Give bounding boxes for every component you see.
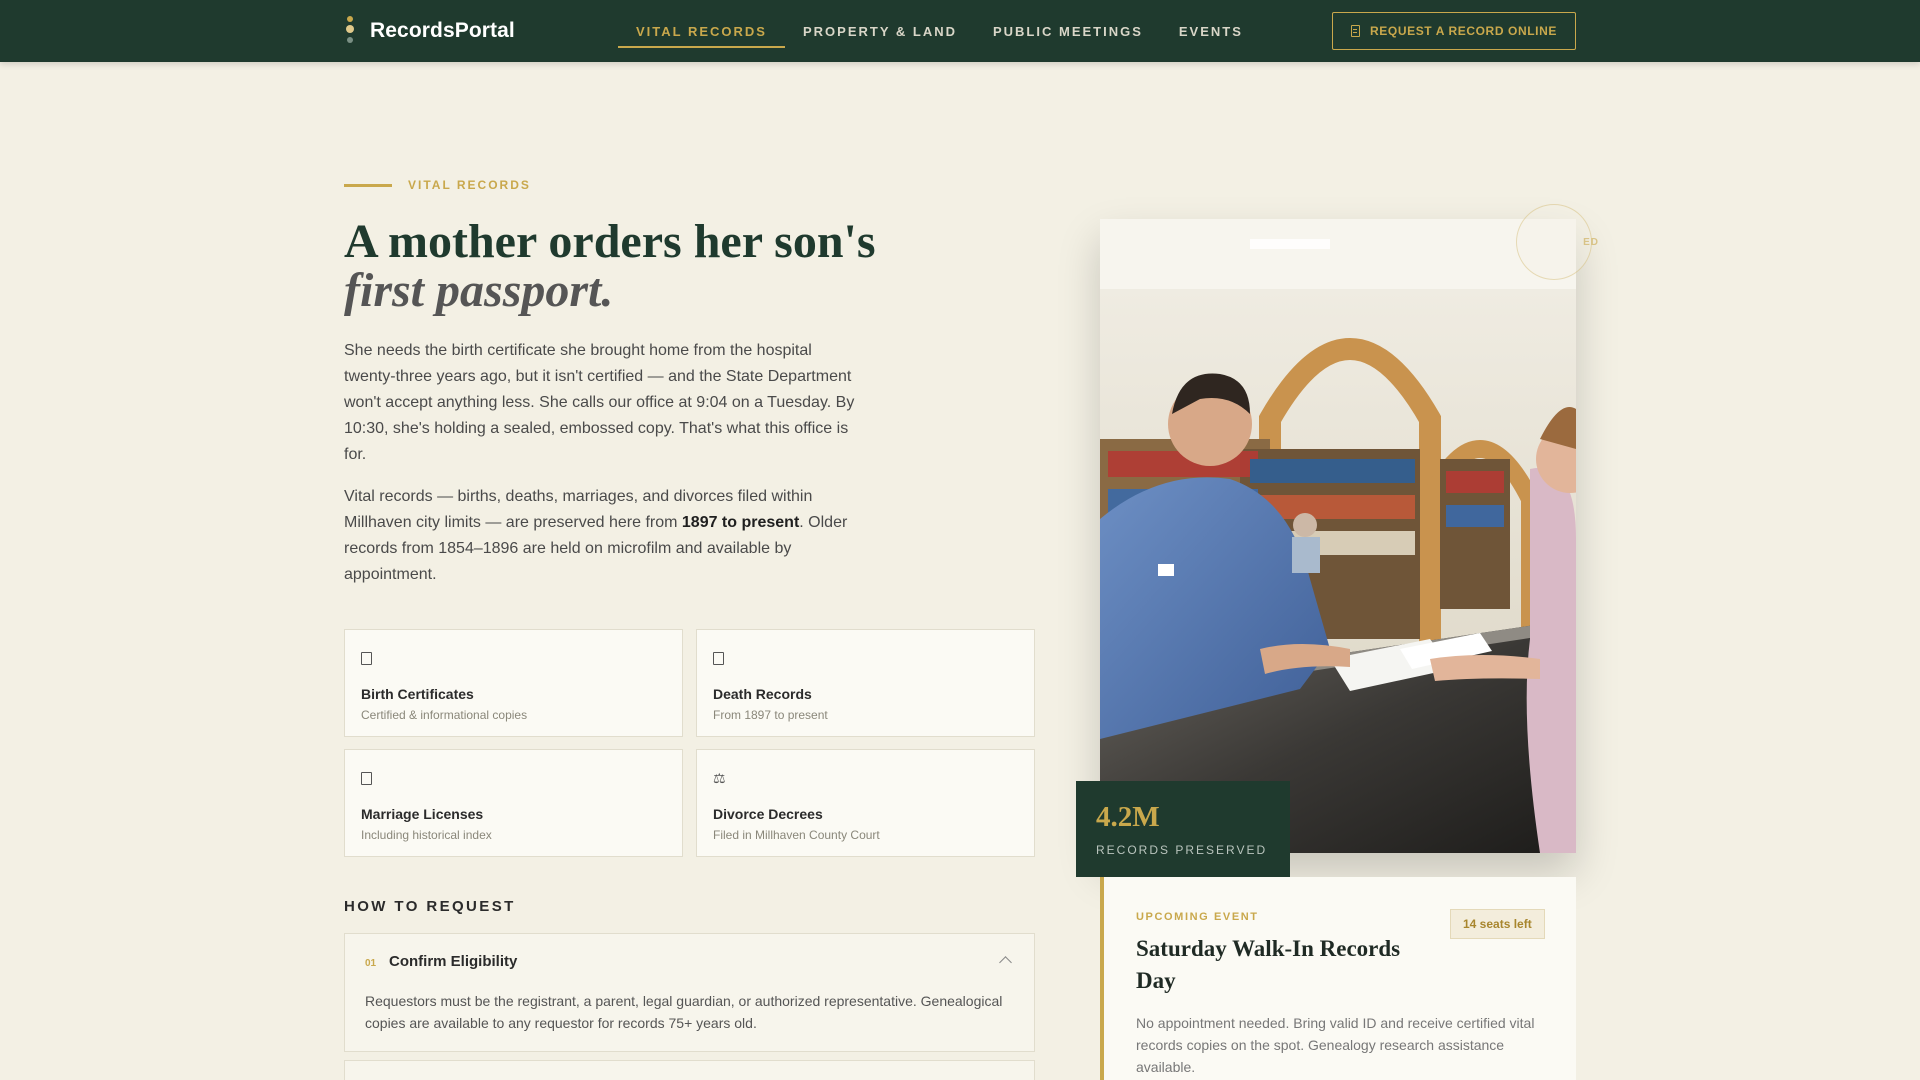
certified-stamp: ED <box>1516 204 1598 280</box>
top-nav: RecordsPortal VITAL RECORDS PROPERTY & L… <box>0 0 1920 62</box>
request-record-button[interactable]: REQUEST A RECORD ONLINE <box>1332 12 1576 50</box>
scale-icon: ⚖ <box>713 770 726 786</box>
stat-number: 4.2M <box>1096 801 1160 833</box>
records-paragraph: Vital records — births, deaths, marriage… <box>344 484 864 588</box>
document-icon <box>361 652 372 665</box>
brand-logo[interactable]: RecordsPortal <box>344 15 515 47</box>
card-subtitle: Including historical index <box>361 828 492 842</box>
step-body: Requestors must be the registrant, a par… <box>365 993 1003 1031</box>
seats-left-badge: 14 seats left <box>1450 909 1545 939</box>
card-title: Death Records <box>713 686 812 702</box>
nav-item-property-land[interactable]: PROPERTY & LAND <box>785 0 975 62</box>
card-divorce-decrees[interactable]: ⚖ Divorce Decrees Filed in Millhaven Cou… <box>696 749 1035 857</box>
nav-item-events[interactable]: EVENTS <box>1161 0 1261 62</box>
section-eyebrow: VITAL RECORDS <box>344 178 531 192</box>
logo-icon <box>344 16 356 46</box>
card-subtitle: From 1897 to present <box>713 708 828 722</box>
card-death-records[interactable]: Death Records From 1897 to present <box>696 629 1035 737</box>
step-title: Confirm Eligibility <box>389 953 518 970</box>
request-record-label: REQUEST A RECORD ONLINE <box>1370 24 1557 38</box>
title-line-2: first passport. <box>344 264 614 317</box>
office-scene-image <box>1100 219 1576 853</box>
upcoming-event-card[interactable]: UPCOMING EVENT 14 seats left Saturday Wa… <box>1100 877 1576 1080</box>
event-title: Saturday Walk-In Records Day <box>1136 936 1401 993</box>
card-subtitle: Filed in Millhaven County Court <box>713 828 880 842</box>
nav-item-vital-records[interactable]: VITAL RECORDS <box>618 0 785 62</box>
card-marriage-licenses[interactable]: Marriage Licenses Including historical i… <box>344 749 683 857</box>
chevron-up-icon[interactable] <box>999 956 1012 969</box>
document-icon <box>713 652 724 665</box>
event-tag: UPCOMING EVENT <box>1136 911 1259 923</box>
card-title: Divorce Decrees <box>713 806 823 822</box>
eyebrow-divider <box>344 183 392 187</box>
accordion-step-confirm-eligibility[interactable]: 01 Confirm Eligibility Requestors must b… <box>344 933 1035 1052</box>
title-line-1: A mother orders her son's <box>344 215 876 268</box>
accordion-step-next[interactable] <box>344 1060 1035 1080</box>
stat-label: RECORDS PRESERVED <box>1096 843 1268 857</box>
intro-paragraph: She needs the birth certificate she brou… <box>344 342 855 463</box>
nav-item-public-meetings[interactable]: PUBLIC MEETINGS <box>975 0 1161 62</box>
stamp-text: ED <box>1583 236 1599 248</box>
eyebrow-text: VITAL RECORDS <box>408 178 531 192</box>
how-to-request-heading: HOW TO REQUEST <box>344 898 516 915</box>
card-birth-certificates[interactable]: Birth Certificates Certified & informati… <box>344 629 683 737</box>
page-title: A mother orders her son's first passport… <box>344 215 964 317</box>
card-title: Marriage Licenses <box>361 806 484 822</box>
document-icon <box>1351 25 1361 37</box>
records-date-range: 1897 to present <box>681 514 800 531</box>
card-subtitle: Certified & informational copies <box>361 708 528 722</box>
main-nav: VITAL RECORDS PROPERTY & LAND PUBLIC MEE… <box>618 0 1261 62</box>
hero-photo <box>1100 219 1576 853</box>
card-title: Birth Certificates <box>361 686 474 702</box>
event-description: No appointment needed. Bring valid ID an… <box>1136 1015 1535 1075</box>
brand-name: RecordsPortal <box>370 19 515 42</box>
step-number: 01 <box>365 958 377 969</box>
document-icon <box>361 772 372 785</box>
records-stat-badge: 4.2M RECORDS PRESERVED <box>1076 781 1290 877</box>
